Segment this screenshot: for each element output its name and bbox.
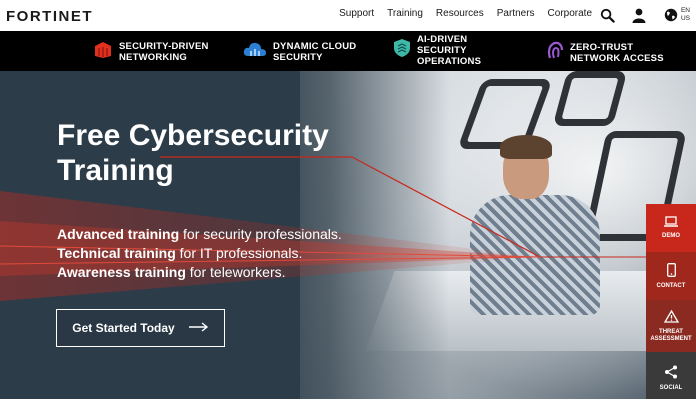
hero-line: Advanced training for security professio… (57, 225, 342, 244)
solutions-bar: SECURITY-DRIVEN NETWORKING DYNAMIC CLOUD… (0, 31, 696, 71)
solution-line: NETWORKING (119, 51, 187, 63)
hero-line-bold: Technical training (57, 245, 176, 261)
share-icon (664, 365, 678, 382)
top-header: FORTINET Support Training Resources Part… (0, 0, 696, 31)
nav-resources[interactable]: Resources (436, 8, 484, 19)
solution-ai-driven-security-operations[interactable]: AI-DRIVEN SECURITY OPERATIONS (393, 34, 481, 67)
user-icon[interactable] (630, 6, 648, 24)
arrow-right-icon (188, 321, 209, 335)
page-bottom (0, 399, 696, 407)
hero-title-line: Free Cybersecurity (57, 119, 329, 152)
solution-zero-trust-network-access[interactable]: ZERO-TRUST NETWORK ACCESS (546, 40, 664, 65)
hero-line: Awareness training for teleworkers. (57, 263, 342, 282)
solution-line: OPERATIONS (417, 56, 482, 67)
fortinet-logo[interactable]: FORTINET (6, 8, 93, 25)
contact-button[interactable]: CONTACT (646, 252, 696, 300)
page: FORTINET Support Training Resources Part… (0, 0, 696, 407)
solution-security-driven-networking[interactable]: SECURITY-DRIVEN NETWORKING (93, 40, 209, 63)
solution-line: ZERO-TRUST (570, 41, 634, 53)
side-rail: DEMO CONTACT THREAT ASSESSMENT SOCIAL (646, 204, 696, 404)
logo-text: FORTINET (6, 8, 93, 25)
hero-line-rest: for IT professionals. (175, 245, 303, 261)
get-started-button[interactable]: Get Started Today (56, 309, 225, 347)
social-button[interactable]: SOCIAL (646, 352, 696, 404)
nav-partners[interactable]: Partners (497, 8, 535, 19)
hero-line: Technical training for IT professionals. (57, 244, 342, 263)
hero-title-line: Training (57, 154, 174, 187)
hero-line-rest: for teleworkers. (185, 264, 286, 280)
solution-line: NETWORK ACCESS (570, 52, 664, 64)
social-label: SOCIAL (659, 384, 683, 391)
firewall-icon (93, 40, 113, 63)
nav-support[interactable]: Support (339, 8, 374, 19)
hero-line-bold: Awareness training (57, 264, 186, 280)
hero-description: Advanced training for security professio… (57, 225, 342, 282)
contact-label: CONTACT (656, 282, 686, 289)
solution-line: AI-DRIVEN (417, 34, 468, 45)
warning-icon (663, 309, 679, 326)
laptop-icon (664, 216, 678, 230)
get-started-label: Get Started Today (72, 321, 175, 335)
cloud-icon (243, 40, 267, 63)
globe-icon[interactable] (662, 6, 680, 24)
hero-line-bold: Advanced training (57, 226, 180, 242)
demo-label: DEMO (662, 233, 680, 239)
solution-dynamic-cloud-security[interactable]: DYNAMIC CLOUD SECURITY (243, 40, 356, 63)
hero-line-rest: for security professionals. (179, 226, 342, 242)
solution-line: SECURITY (273, 51, 323, 63)
hero-banner: Free Cybersecurity Training Advanced tra… (0, 71, 696, 399)
fingerprint-icon (546, 40, 564, 65)
shield-icon (393, 38, 411, 63)
search-icon[interactable] (598, 6, 616, 24)
demo-button[interactable]: DEMO (646, 204, 696, 252)
solution-line: DYNAMIC CLOUD (273, 40, 357, 52)
language-selector[interactable]: EN US (681, 7, 690, 22)
region-code: US (680, 14, 690, 22)
main-nav: Support Training Resources Partners Corp… (339, 8, 592, 19)
threat-assessment-label: THREAT ASSESSMENT (650, 328, 692, 342)
hero-title: Free Cybersecurity Training (57, 118, 357, 188)
language-code: EN (680, 7, 690, 14)
solution-line: SECURITY-DRIVEN (119, 40, 209, 52)
solution-line: SECURITY (417, 45, 467, 56)
nav-training[interactable]: Training (387, 8, 423, 19)
nav-corporate[interactable]: Corporate (548, 8, 592, 19)
threat-assessment-button[interactable]: THREAT ASSESSMENT (646, 300, 696, 352)
phone-icon (666, 262, 676, 280)
